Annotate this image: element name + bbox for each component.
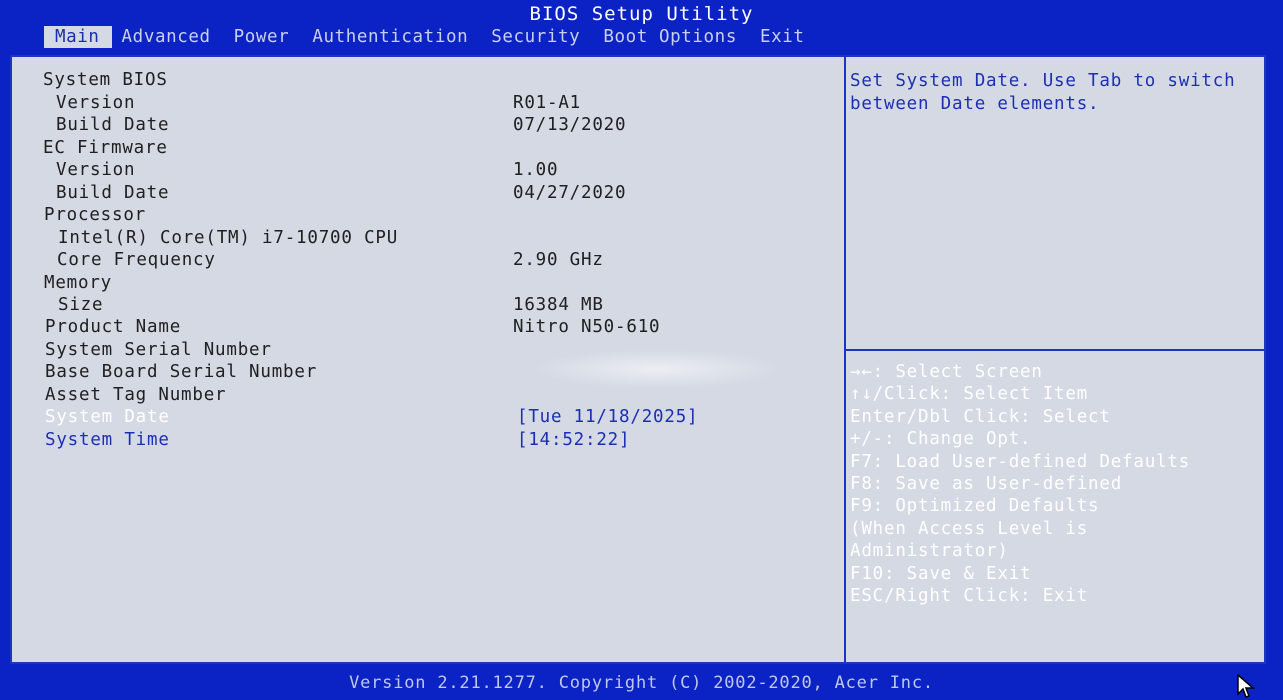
ec-build-date-value: 04/27/2020 xyxy=(513,183,627,203)
key-select-screen: →←: Select Screen xyxy=(850,362,1043,382)
key-esc-exit: ESC/Right Click: Exit xyxy=(850,586,1089,607)
memory-size-label: Size xyxy=(58,295,104,315)
ec-firmware-heading: EC Firmware xyxy=(43,138,168,158)
ec-version-label: Version xyxy=(56,160,136,180)
product-name-label: Product Name xyxy=(45,317,182,337)
tab-power[interactable]: Power xyxy=(224,26,303,48)
tab-exit[interactable]: Exit xyxy=(750,26,818,48)
system-date-value[interactable]: [Tue 11/18/2025] xyxy=(517,406,698,428)
bios-version-label: Version xyxy=(56,93,136,113)
system-time-value[interactable]: [14:52:22] xyxy=(517,429,630,451)
key-note-access-level: (When Access Level is xyxy=(850,518,1089,539)
key-f9-optimized-defaults: F9: Optimized Defaults xyxy=(850,496,1100,517)
processor-name: Intel(R) Core(TM) i7-10700 CPU xyxy=(58,228,399,248)
base-board-serial-label: Base Board Serial Number xyxy=(45,362,318,382)
mouse-pointer-icon xyxy=(1237,674,1256,698)
memory-heading: Memory xyxy=(44,273,113,293)
system-serial-label: System Serial Number xyxy=(45,340,272,360)
system-date-label[interactable]: System Date xyxy=(45,406,170,428)
app-title: BIOS Setup Utility xyxy=(529,3,754,25)
tab-bar: Main Advanced Power Authentication Secur… xyxy=(44,24,818,48)
asset-tag-label: Asset Tag Number xyxy=(45,385,227,405)
product-name-value: Nitro N50-610 xyxy=(513,317,661,337)
ec-build-date-label: Build Date xyxy=(56,183,170,203)
key-change-opt: +/-: Change Opt. xyxy=(850,429,1032,450)
key-legend: →←: Select Screen ↑↓/Click: Select Item … xyxy=(850,361,1260,607)
tab-authentication[interactable]: Authentication xyxy=(302,26,481,48)
system-time-label[interactable]: System Time xyxy=(45,429,170,451)
processor-heading: Processor xyxy=(44,205,147,225)
system-bios-heading: System BIOS xyxy=(43,70,168,90)
tab-advanced[interactable]: Advanced xyxy=(112,26,224,48)
key-select-item: ↑↓/Click: Select Item xyxy=(850,384,1089,405)
panel-divider-vertical xyxy=(844,57,846,662)
key-f7-load-defaults: F7: Load User-defined Defaults xyxy=(850,451,1191,472)
core-frequency-label: Core Frequency xyxy=(57,250,216,270)
core-frequency-value: 2.90 GHz xyxy=(513,250,604,270)
footer-version: Version 2.21.1277. Copyright (C) 2002-20… xyxy=(349,673,934,693)
bios-build-date-value: 07/13/2020 xyxy=(513,115,627,135)
main-panel: System BIOS Version R01-A1 Build Date 07… xyxy=(10,55,1266,664)
memory-size-value: 16384 MB xyxy=(513,295,604,315)
bios-screen: BIOS Setup Utility Main Advanced Power A… xyxy=(0,0,1283,700)
help-divider-horizontal xyxy=(846,349,1264,351)
tab-boot-options[interactable]: Boot Options xyxy=(593,26,750,48)
key-f10-save-exit: F10: Save & Exit xyxy=(850,563,1032,584)
help-description: Set System Date. Use Tab to switch betwe… xyxy=(850,71,1236,114)
redacted-serial-area xyxy=(532,349,782,389)
key-note-administrator: Administrator) xyxy=(850,541,1009,562)
bios-build-date-label: Build Date xyxy=(56,115,170,135)
bios-version-value: R01-A1 xyxy=(513,93,582,113)
tab-main[interactable]: Main xyxy=(44,26,112,48)
ec-version-value: 1.00 xyxy=(513,160,559,180)
key-enter-select: Enter/Dbl Click: Select xyxy=(850,406,1111,427)
key-f8-save-user-defined: F8: Save as User-defined xyxy=(850,474,1123,495)
tab-security[interactable]: Security xyxy=(481,26,593,48)
